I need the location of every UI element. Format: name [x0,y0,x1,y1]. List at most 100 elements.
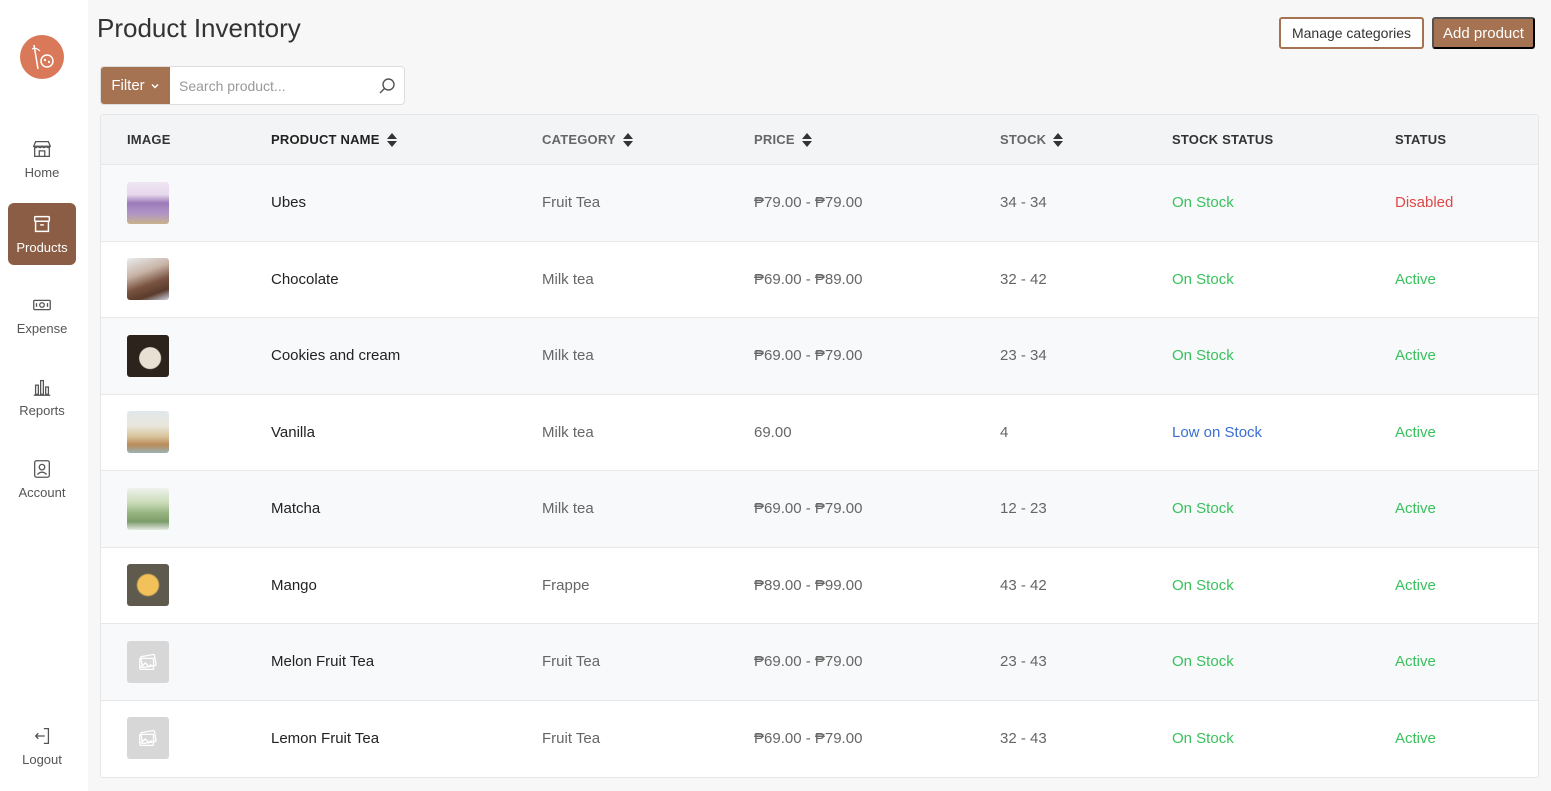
category: Milk tea [542,500,594,518]
stock-status: On Stock [1172,194,1234,212]
status-badge: Active [1395,653,1436,671]
product-name: Chocolate [271,270,339,288]
chocolate-drink-photo [127,258,169,301]
category: Fruit Tea [542,729,601,747]
product-name: Matcha [271,500,321,518]
archive-box-icon [33,215,51,233]
status-badge: Active [1395,423,1436,441]
boba-logo-icon [31,44,54,70]
table-row[interactable]: Ubes Fruit Tea ₱79.00 - ₱79.00 34 - 34 O… [101,164,1538,241]
stock: 12 - 23 [1000,500,1047,518]
table-row[interactable]: Vanilla Milk tea 69.00 4 Low on Stock Ac… [101,393,1538,471]
category: Milk tea [542,347,594,365]
col-stock[interactable]: STOCK [1000,132,1172,147]
search-input[interactable] [170,67,370,104]
stock-status: On Stock [1172,653,1234,671]
sidebar-item-label: Home [24,165,60,180]
product-name: Vanilla [271,423,315,441]
product-name: Cookies and cream [271,347,401,365]
price: ₱69.00 - ₱89.00 [754,270,863,288]
category: Milk tea [542,423,594,441]
stock-status: On Stock [1172,500,1234,518]
category: Fruit Tea [542,194,601,212]
price: ₱69.00 - ₱79.00 [754,500,863,518]
table-row[interactable]: Lemon Fruit Tea Fruit Tea ₱69.00 - ₱79.0… [101,699,1538,777]
product-name: Lemon Fruit Tea [271,729,380,747]
sidebar-item-label: Expense [16,321,68,336]
product-name: Melon Fruit Tea [271,653,375,671]
col-product-name[interactable]: PRODUCT NAME [271,132,542,147]
search-bar: Filter [100,66,405,105]
stock-status: Low on Stock [1172,423,1263,441]
sort-icon[interactable] [1053,132,1064,147]
price: ₱69.00 - ₱79.00 [754,653,863,671]
sidebar: Home Products Expense Reports Account Lo… [0,0,88,791]
col-image: IMAGE [127,132,171,147]
stock: 23 - 43 [1000,653,1047,671]
sidebar-item-label: Account [18,485,66,500]
sort-icon[interactable] [801,132,812,147]
table-header: IMAGE PRODUCT NAME CATEGORY PRICE STOCK … [101,115,1538,164]
mango-drink-photo [127,564,169,607]
table-row[interactable]: Matcha Milk tea ₱69.00 - ₱79.00 12 - 23 … [101,470,1538,547]
search-icon[interactable] [370,67,404,104]
table-body: Ubes Fruit Tea ₱79.00 - ₱79.00 34 - 34 O… [101,164,1538,776]
sidebar-item-account[interactable]: Account [8,448,76,510]
vanilla-drink-photo [127,411,169,454]
stock: 32 - 42 [1000,270,1047,288]
stock: 23 - 34 [1000,347,1047,365]
bar-chart-icon [33,379,51,396]
stock: 34 - 34 [1000,194,1047,212]
table-row[interactable]: Mango Frappe ₱89.00 - ₱99.00 43 - 42 On … [101,546,1538,624]
purple-drink-photo [127,181,169,224]
sort-icon[interactable] [622,132,633,147]
filter-label: Filter [111,77,145,94]
status-badge: Active [1395,270,1436,288]
category: Frappe [542,576,590,594]
table-row[interactable]: Chocolate Milk tea ₱69.00 - ₱89.00 32 - … [101,240,1538,318]
price: ₱89.00 - ₱99.00 [754,576,863,594]
table-row[interactable]: Melon Fruit Tea Fruit Tea ₱69.00 - ₱79.0… [101,623,1538,700]
table-row[interactable]: Cookies and cream Milk tea ₱69.00 - ₱79.… [101,317,1538,394]
logout-button[interactable]: Logout [8,715,76,777]
category: Fruit Tea [542,653,601,671]
sidebar-item-home[interactable]: Home [8,128,76,190]
brand-logo[interactable] [20,35,64,79]
product-name: Mango [271,576,317,594]
stock: 32 - 43 [1000,729,1047,747]
status-badge: Active [1395,500,1436,518]
stock: 43 - 42 [1000,576,1047,594]
status-badge: Active [1395,347,1436,365]
logout-icon [34,728,50,744]
store-icon [32,141,52,157]
price: 69.00 [754,423,792,441]
user-badge-icon [34,460,50,478]
product-name: Ubes [271,194,307,212]
add-product-button[interactable]: Add product [1432,17,1535,49]
matcha-drink-photo [127,487,169,530]
placeholder-image-icon [127,640,169,683]
col-status: STATUS [1395,132,1447,147]
page-title: Product Inventory [97,13,301,43]
status-badge: Disabled [1395,194,1454,212]
stock-status: On Stock [1172,270,1234,288]
status-badge: Active [1395,729,1436,747]
sidebar-item-products[interactable]: Products [8,203,76,265]
sort-icon[interactable] [386,132,397,147]
col-stock-status: STOCK STATUS [1172,132,1274,147]
sidebar-item-expense[interactable]: Expense [8,284,76,346]
manage-categories-button[interactable]: Manage categories [1279,17,1424,49]
product-table: IMAGE PRODUCT NAME CATEGORY PRICE STOCK … [100,114,1539,778]
stock-status: On Stock [1172,729,1234,747]
filter-button[interactable]: Filter [101,67,170,104]
chevron-down-icon [151,83,159,89]
price: ₱79.00 - ₱79.00 [754,194,863,212]
sidebar-item-label: Reports [19,403,65,418]
sidebar-item-reports[interactable]: Reports [8,366,76,428]
price: ₱69.00 - ₱79.00 [754,347,863,365]
col-price[interactable]: PRICE [754,132,1000,147]
stock-status: On Stock [1172,347,1234,365]
category: Milk tea [542,270,594,288]
stock: 4 [1000,423,1009,441]
col-category[interactable]: CATEGORY [542,132,754,147]
